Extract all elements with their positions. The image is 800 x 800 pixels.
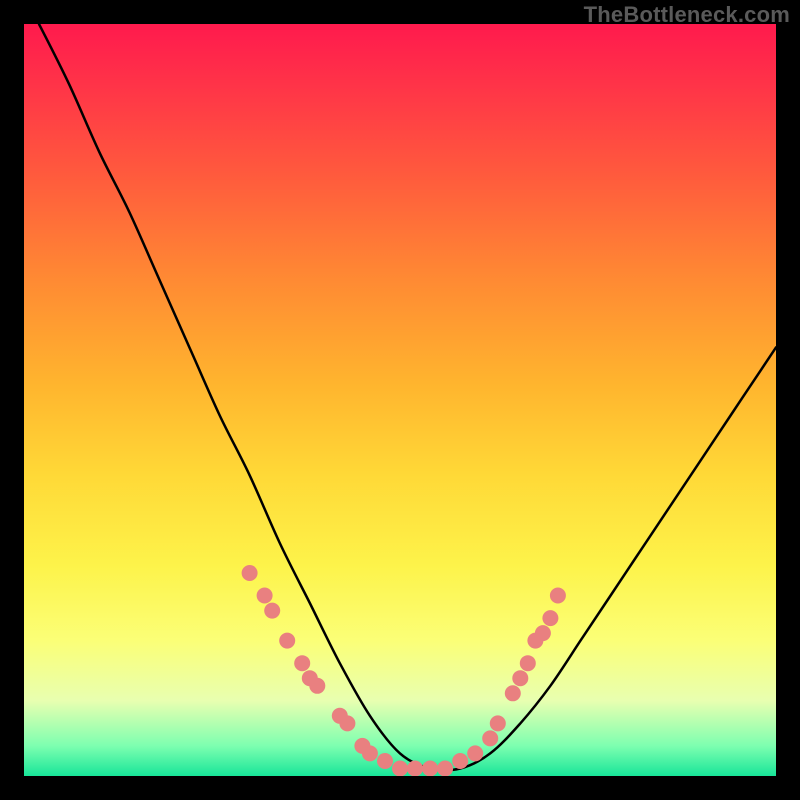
marker-dot xyxy=(309,678,325,694)
watermark-text: TheBottleneck.com xyxy=(584,2,790,28)
marker-dot xyxy=(527,633,543,649)
marker-dot xyxy=(407,761,423,777)
chart-plot-area xyxy=(24,24,776,776)
marker-dot xyxy=(505,685,521,701)
marker-dot xyxy=(512,670,528,686)
marker-dot xyxy=(377,753,393,769)
marker-dot xyxy=(535,625,551,641)
marker-dot xyxy=(354,738,370,754)
marker-dot xyxy=(482,730,498,746)
marker-dot xyxy=(242,565,258,581)
marker-dot xyxy=(264,603,280,619)
marker-dot xyxy=(339,715,355,731)
marker-dot xyxy=(392,761,408,777)
marker-dot xyxy=(467,745,483,761)
marker-dot xyxy=(542,610,558,626)
marker-dot xyxy=(452,753,468,769)
curve-series xyxy=(39,24,776,770)
marker-dot xyxy=(302,670,318,686)
marker-dot xyxy=(437,761,453,777)
marker-dot xyxy=(490,715,506,731)
marker-dot xyxy=(422,761,438,777)
marker-dot xyxy=(550,588,566,604)
marker-dot xyxy=(362,745,378,761)
marker-dot xyxy=(294,655,310,671)
marker-dot xyxy=(520,655,536,671)
marker-series xyxy=(242,565,566,776)
marker-dot xyxy=(257,588,273,604)
bottleneck-chart-svg xyxy=(24,24,776,776)
bottleneck-curve-path xyxy=(39,24,776,770)
marker-dot xyxy=(279,633,295,649)
marker-dot xyxy=(332,708,348,724)
